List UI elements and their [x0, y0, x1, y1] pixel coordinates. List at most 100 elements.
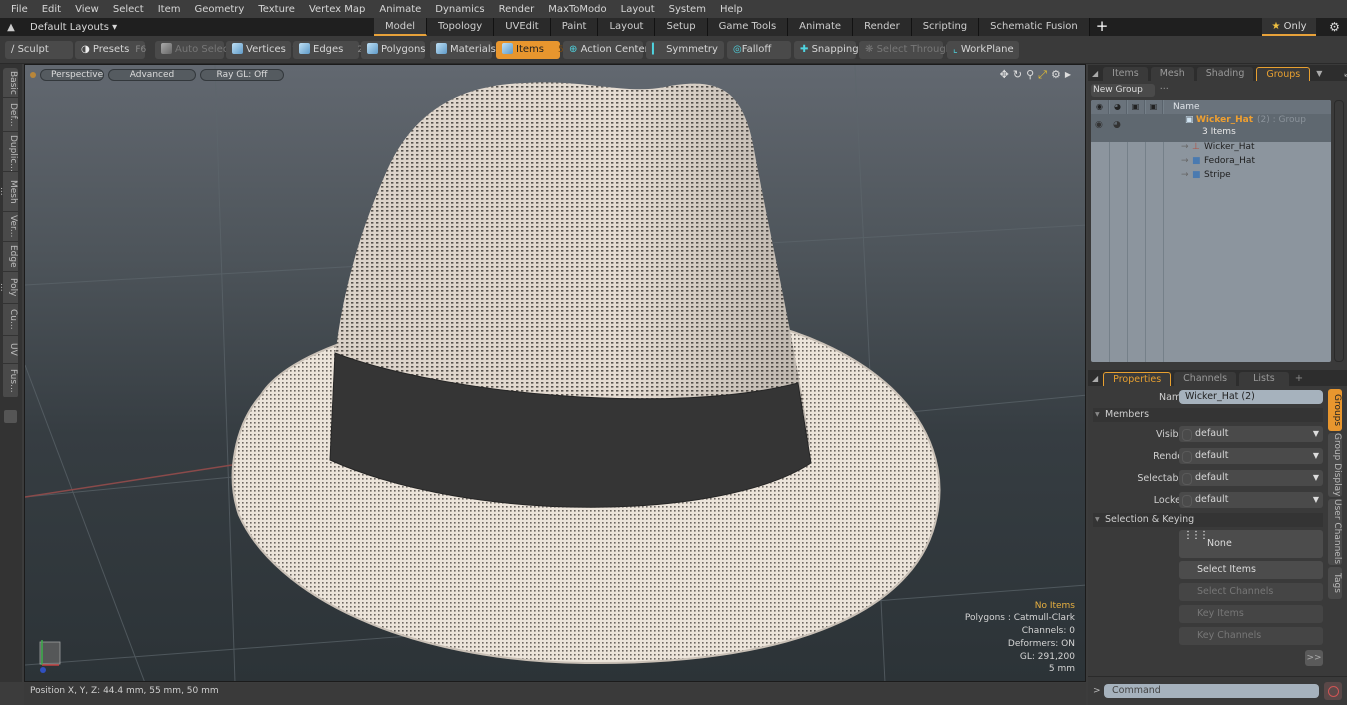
rotate-icon[interactable]: ↻ — [1013, 68, 1022, 82]
record-macro-button[interactable] — [1324, 682, 1342, 700]
side-tab-user-channels[interactable]: User Channels — [1328, 499, 1342, 565]
polygons-button[interactable]: Polygons — [361, 41, 426, 59]
auto-select-button[interactable]: Auto Select — [155, 41, 232, 59]
group-render-icon[interactable]: ◕ — [1113, 120, 1121, 130]
vtab-basic[interactable]: Basic — [3, 68, 18, 98]
select-items-button[interactable]: Select Items — [1179, 561, 1323, 579]
vtab-vertex[interactable]: Ver... — [3, 212, 18, 242]
vtab-uv[interactable]: UV — [3, 336, 18, 364]
falloff-button[interactable]: ◎Falloff — [727, 41, 791, 59]
tab-uvedit[interactable]: UVEdit — [494, 18, 551, 36]
add-tab-button[interactable]: + — [1295, 373, 1303, 384]
menu-file[interactable]: File — [4, 4, 35, 15]
strip-toggle-button[interactable] — [4, 410, 17, 423]
lock-icon[interactable]: ▣ — [1145, 100, 1163, 114]
3d-viewport[interactable]: Perspective Advanced Ray GL: Off ✥ ↻ ⚲ ⤢… — [24, 64, 1086, 682]
tab-topology[interactable]: Topology — [427, 18, 495, 36]
new-group-button[interactable]: New Group — [1091, 84, 1155, 97]
only-toggle[interactable]: ★ Only — [1262, 18, 1316, 36]
command-input[interactable]: Command — [1104, 684, 1319, 698]
raygl-button[interactable]: Ray GL: Off — [200, 69, 284, 81]
visible-dropdown[interactable]: default ▼ — [1179, 426, 1323, 442]
vtab-curve[interactable]: Cu... — [3, 304, 18, 336]
vtab-mesh[interactable]: Mesh ... — [0, 172, 18, 212]
side-tab-group-display[interactable]: Group Display — [1328, 433, 1342, 497]
side-tab-groups[interactable]: Groups — [1328, 389, 1342, 431]
tab-channels[interactable]: Channels — [1174, 372, 1237, 386]
panel-menu-icon[interactable]: ◢ — [1092, 69, 1098, 78]
tab-groups[interactable]: Groups — [1256, 67, 1311, 81]
fit-icon[interactable]: ⤢ — [1038, 68, 1047, 82]
sculpt-button[interactable]: ∕ Sculpt — [5, 41, 73, 59]
list-item[interactable]: → ⊥ Wicker_Hat — [1091, 142, 1331, 156]
snapping-button[interactable]: ✚ Snapping — [794, 41, 859, 59]
select-through-button[interactable]: ❋ Select Through — [859, 41, 952, 59]
tab-game-tools[interactable]: Game Tools — [707, 18, 789, 36]
tab-schematic-fusion[interactable]: Schematic Fusion — [979, 18, 1090, 36]
name-column-header[interactable]: Name — [1173, 102, 1200, 112]
channel-set-selector[interactable]: ⋮⋮⋮ None — [1179, 530, 1323, 558]
expand-arrow-icon[interactable]: ▶ — [1065, 68, 1071, 82]
visibility-eye-icon[interactable]: ◉ — [1091, 100, 1109, 114]
list-item[interactable]: → ■ Fedora_Hat — [1091, 156, 1331, 170]
tab-render[interactable]: Render — [853, 18, 912, 36]
presets-button[interactable]: ◑ Presets F6 — [75, 41, 146, 59]
vtab-deform[interactable]: Def... — [3, 98, 18, 132]
key-items-button[interactable]: Key Items — [1179, 605, 1323, 623]
menu-animate[interactable]: Animate — [372, 4, 428, 15]
menu-layout[interactable]: Layout — [614, 4, 662, 15]
add-tab-button[interactable]: + — [1090, 18, 1115, 36]
vtab-edge[interactable]: Edge — [3, 242, 18, 272]
vtab-fusion[interactable]: Fus... — [3, 364, 18, 398]
tab-properties[interactable]: Properties — [1103, 372, 1172, 386]
key-channels-button[interactable]: Key Channels — [1179, 627, 1323, 645]
tab-setup[interactable]: Setup — [655, 18, 708, 36]
render-icon[interactable]: ◕ — [1109, 100, 1127, 114]
pan-icon[interactable]: ✥ — [1000, 68, 1009, 82]
shading-button[interactable]: Advanced — [108, 69, 196, 81]
menu-edit[interactable]: Edit — [35, 4, 68, 15]
tab-dropdown-icon[interactable]: ▼ — [1316, 69, 1322, 78]
menu-texture[interactable]: Texture — [251, 4, 302, 15]
workplane-button[interactable]: ⌞ WorkPlane — [947, 41, 1019, 59]
menu-geometry[interactable]: Geometry — [187, 4, 251, 15]
vtab-polygon[interactable]: Poly ... — [0, 272, 18, 304]
panel-menu-icon[interactable]: ◢ — [1092, 374, 1098, 383]
vtab-duplicate[interactable]: Duplic... — [3, 132, 18, 172]
name-field[interactable]: Wicker_Hat (2) — [1179, 390, 1323, 404]
group-row[interactable]: ◉ ◕ ▣ Wicker_Hat (2) : Group 3 Items — [1091, 114, 1331, 142]
tab-shading[interactable]: Shading — [1196, 67, 1254, 81]
materials-button[interactable]: Materials — [430, 41, 496, 59]
locked-dropdown[interactable]: default ▼ — [1179, 492, 1323, 508]
edges-button[interactable]: Edges2 — [293, 41, 363, 59]
select-channels-button[interactable]: Select Channels — [1179, 583, 1323, 601]
list-item[interactable]: → ■ Stripe — [1091, 170, 1331, 184]
menu-system[interactable]: System — [662, 4, 713, 15]
tab-paint[interactable]: Paint — [550, 18, 599, 36]
vertices-button[interactable]: Vertices1 — [226, 41, 298, 59]
viewport-gear-icon[interactable]: ⚙ — [1051, 68, 1061, 82]
tab-lists[interactable]: Lists — [1239, 372, 1289, 386]
zoom-icon[interactable]: ⚲ — [1026, 68, 1034, 82]
menu-help[interactable]: Help — [713, 4, 750, 15]
default-layouts-dropdown[interactable]: Default Layouts ▾ — [30, 22, 117, 33]
perspective-button[interactable]: Perspective — [40, 69, 104, 81]
action-center-button[interactable]: ⊕ Action Center — [563, 41, 649, 59]
symmetry-button[interactable]: ▎ Symmetry — [646, 41, 724, 59]
tab-layout[interactable]: Layout — [598, 18, 656, 36]
selection-keying-section[interactable]: Selection & Keying — [1093, 513, 1323, 527]
gear-icon[interactable]: ⚙ — [1322, 18, 1347, 36]
menu-select[interactable]: Select — [106, 4, 151, 15]
tab-mesh[interactable]: Mesh ... — [1150, 67, 1194, 92]
menu-vertex-map[interactable]: Vertex Map — [302, 4, 372, 15]
menu-dynamics[interactable]: Dynamics — [428, 4, 491, 15]
selectable-dropdown[interactable]: default ▼ — [1179, 470, 1323, 486]
more-button[interactable]: >> — [1305, 650, 1323, 666]
tab-animate[interactable]: Animate — [788, 18, 854, 36]
tab-items[interactable]: Items — [1103, 67, 1148, 81]
side-tab-tags[interactable]: Tags — [1328, 567, 1342, 599]
group-visible-icon[interactable]: ◉ — [1095, 120, 1103, 130]
items-button[interactable]: Items 5 — [496, 41, 564, 59]
tree-scrollbar[interactable] — [1334, 100, 1344, 362]
select-lock-icon[interactable]: ▣ — [1127, 100, 1145, 114]
